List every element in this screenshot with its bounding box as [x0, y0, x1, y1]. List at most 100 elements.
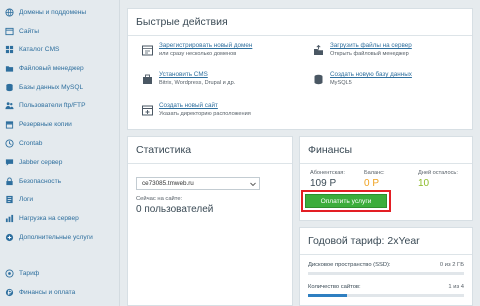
- quick-action-create-site[interactable]: Создать новый сайт Указать директорию рас…: [142, 102, 251, 118]
- tariff-row-value: 1 из 4: [448, 284, 464, 290]
- quick-action-upload-files[interactable]: Загрузить файлы на сервер Открыть файловы…: [313, 42, 412, 58]
- plus-icon: [5, 233, 14, 242]
- site-select[interactable]: ce73085.tmweb.ru: [136, 177, 260, 190]
- finance-label: Баланс:: [364, 170, 385, 176]
- finance-label: Дней осталось:: [418, 170, 458, 176]
- tariff-row-disk: Дисковое пространство (SSD): 0 из 2 ГБ: [308, 262, 464, 275]
- sidebar-item-label: Каталог CMS: [19, 45, 60, 53]
- chevron-down-icon: [250, 181, 256, 187]
- sidebar-item-sites[interactable]: Сайты: [5, 24, 39, 38]
- tariff-icon: [5, 268, 14, 278]
- finance-days-left: Дней осталось: 10: [418, 170, 458, 189]
- log-icon: [5, 195, 14, 204]
- sidebar-item-label: Jabber сервер: [19, 158, 63, 166]
- statistics-title: Статистика: [136, 144, 192, 156]
- divider: [128, 35, 472, 36]
- sidebar-item-label: Логи: [19, 195, 34, 203]
- tariff-row-sites: Количество сайтов: 1 из 4: [308, 284, 464, 297]
- quick-action-create-database[interactable]: Создать новую базу данных MySQL5: [313, 71, 412, 87]
- quick-action-desc: MySQL5: [330, 80, 352, 86]
- chat-icon: [5, 158, 14, 167]
- lock-icon: [5, 176, 14, 186]
- finance-label: Абонентская:: [310, 170, 345, 176]
- globe-icon: [5, 7, 14, 17]
- sidebar-item-tariff[interactable]: Тариф: [5, 266, 39, 280]
- sidebar-item-label: Сайты: [19, 27, 39, 35]
- sidebar-item-mysql[interactable]: Базы данных MySQL: [5, 80, 83, 94]
- progress-bar: [308, 294, 464, 297]
- site-create-icon: [142, 103, 153, 116]
- sidebar-item-label: Дополнительные услуги: [19, 233, 93, 241]
- divider: [300, 163, 472, 164]
- sidebar-item-additional-services[interactable]: Дополнительные услуги: [5, 230, 93, 244]
- sidebar-item-ftp-users[interactable]: Пользователи ftp/FTP: [5, 98, 85, 112]
- sidebar-item-security[interactable]: Безопасность: [5, 174, 61, 188]
- tariff-panel: Годовой тариф: 2xYear Дисковое пространс…: [299, 227, 473, 306]
- database-create-icon: [313, 72, 324, 85]
- sidebar-item-label: Безопасность: [19, 177, 62, 185]
- quick-actions-title: Быстрые действия: [136, 16, 228, 28]
- sidebar-item-jabber[interactable]: Jabber сервер: [5, 155, 62, 169]
- clock-icon: [5, 138, 14, 148]
- quick-action-title[interactable]: Загрузить файлы на сервер: [330, 42, 412, 50]
- sidebar-item-domains[interactable]: Домены и поддомены: [5, 5, 86, 19]
- sidebar-item-finance[interactable]: Финансы и оплата: [5, 285, 75, 299]
- quick-action-desc: Открыть файловый менеджер: [330, 51, 409, 57]
- archive-icon: [5, 120, 14, 129]
- finance-balance: Баланс: 0 Р: [364, 170, 385, 189]
- cms-icon: [5, 45, 14, 54]
- site-select-value: ce73085.tmweb.ru: [142, 180, 194, 187]
- online-label: Сейчас на сайте:: [136, 196, 183, 202]
- window-icon: [5, 27, 14, 36]
- sidebar-item-file-manager[interactable]: Файловый менеджер: [5, 61, 84, 75]
- quick-actions-panel: Быстрые действия Зарегистрировать новый …: [127, 8, 473, 130]
- quick-action-desc: Указать директорию расположения: [159, 111, 251, 117]
- quick-action-title[interactable]: Создать новую базу данных: [330, 71, 412, 79]
- finance-title: Финансы: [308, 144, 353, 156]
- quick-action-register-domain[interactable]: Зарегистрировать новый домен или сразу не…: [142, 42, 252, 58]
- quick-action-desc: Bitrix, Wordpress, Drupal и др.: [159, 80, 236, 86]
- sidebar-item-cms[interactable]: Каталог CMS: [5, 42, 59, 56]
- quick-action-title[interactable]: Создать новый сайт: [159, 102, 251, 110]
- sidebar-item-label: Резервные копии: [19, 120, 72, 128]
- sidebar-item-label: Домены и поддомены: [19, 8, 87, 16]
- finance-value: 109 Р: [310, 178, 337, 189]
- finance-subscription: Абонентская: 109 Р: [310, 170, 345, 189]
- sidebar-item-label: Тариф: [19, 269, 40, 277]
- divider: [128, 163, 292, 164]
- domain-register-icon: [142, 43, 153, 56]
- sidebar-item-backups[interactable]: Резервные копии: [5, 117, 72, 131]
- database-icon: [5, 83, 14, 92]
- sidebar-item-crontab[interactable]: Crontab: [5, 136, 42, 150]
- cms-install-icon: [142, 72, 153, 84]
- statistics-panel: Статистика ce73085.tmweb.ru Сейчас на са…: [127, 136, 293, 306]
- sidebar: Домены и поддомены Сайты Каталог CMS Фай…: [0, 0, 120, 306]
- folder-icon: [5, 64, 14, 73]
- finance-icon: [5, 288, 14, 297]
- sidebar-item-server-load[interactable]: Нагрузка на сервер: [5, 211, 79, 225]
- quick-action-install-cms[interactable]: Установить CMS Bitrix, Wordpress, Drupal …: [142, 71, 235, 87]
- quick-action-title[interactable]: Установить CMS: [159, 71, 235, 79]
- sidebar-item-label: Crontab: [19, 139, 43, 147]
- progress-fill: [308, 294, 347, 297]
- sidebar-item-label: Файловый менеджер: [19, 64, 84, 72]
- sidebar-item-label: Пользователи ftp/FTP: [19, 101, 86, 109]
- sidebar-item-label: Финансы и оплата: [19, 288, 76, 296]
- sidebar-item-label: Нагрузка на сервер: [19, 214, 79, 222]
- pay-button-highlight: Оплатить услуги: [301, 190, 391, 212]
- progress-bar: [308, 272, 464, 275]
- pay-button[interactable]: Оплатить услуги: [305, 194, 387, 208]
- online-value: 0 пользователей: [136, 204, 214, 215]
- sidebar-item-logs[interactable]: Логи: [5, 192, 33, 206]
- tariff-row-value: 0 из 2 ГБ: [439, 262, 464, 268]
- tariff-title: Годовой тариф: 2xYear: [308, 235, 420, 247]
- quick-action-title[interactable]: Зарегистрировать новый домен: [159, 42, 252, 50]
- chart-icon: [5, 214, 14, 223]
- quick-action-desc: или сразу несколько доменов: [159, 51, 237, 57]
- finance-value: 10: [418, 178, 430, 189]
- tariff-row-label: Количество сайтов:: [308, 284, 361, 290]
- finance-value: 0 Р: [364, 178, 380, 189]
- divider: [300, 254, 472, 255]
- sidebar-item-label: Базы данных MySQL: [19, 83, 84, 91]
- users-icon: [5, 101, 14, 110]
